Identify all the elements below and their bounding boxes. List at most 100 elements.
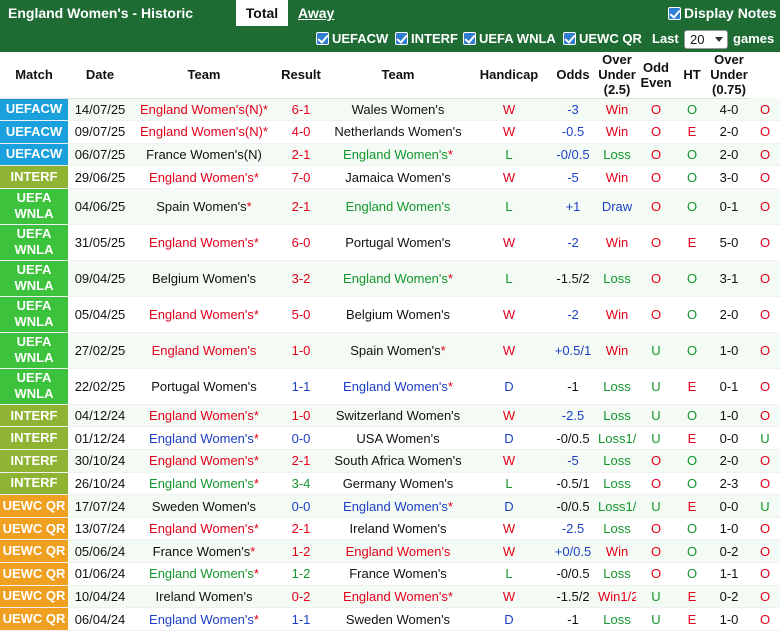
match-score[interactable]: 6-1	[276, 98, 326, 122]
match-competition[interactable]: UEWC QR	[0, 607, 68, 631]
match-score[interactable]: 7-0	[276, 165, 326, 189]
match-score[interactable]: 5-0	[276, 296, 326, 333]
match-competition[interactable]: UEFA WNLA	[0, 188, 68, 225]
home-team[interactable]: England Women's*	[132, 562, 276, 586]
home-team[interactable]: Ireland Women's	[132, 585, 276, 609]
away-team[interactable]: Sweden Women's	[326, 607, 470, 631]
match-score[interactable]: 2-1	[276, 449, 326, 473]
away-team[interactable]: Belgium Women's	[326, 296, 470, 333]
tab-total[interactable]: Total	[236, 0, 288, 26]
tab-away[interactable]: Away	[298, 0, 334, 26]
home-team[interactable]: England Women's*	[132, 224, 276, 261]
away-team[interactable]: England Women's*	[326, 260, 470, 297]
home-team[interactable]: England Women's*	[132, 517, 276, 541]
home-team[interactable]: France Women's*	[132, 539, 276, 564]
away-team[interactable]: South Africa Women's	[326, 449, 470, 473]
match-score[interactable]: 0-2	[276, 585, 326, 609]
away-team[interactable]: England Women's*	[326, 368, 470, 405]
match-score[interactable]: 1-1	[276, 368, 326, 405]
home-team[interactable]: England Women's(N)*	[132, 98, 276, 122]
filter-interf[interactable]: INTERF	[395, 30, 458, 48]
match-competition[interactable]: UEFA WNLA	[0, 368, 68, 405]
table-row[interactable]: UEWC QR 10/04/24 Ireland Women's 0-2 England…	[0, 585, 780, 609]
match-competition[interactable]: UEWC QR	[0, 562, 68, 586]
home-team[interactable]: England Women's*	[132, 472, 276, 496]
table-row[interactable]: INTERF 26/10/24 England Women's* 3-4 Germany…	[0, 472, 780, 496]
table-row[interactable]: UEWC QR 01/06/24 England Women's* 1-2 France…	[0, 562, 780, 586]
match-score[interactable]: 1-1	[276, 607, 326, 631]
match-score[interactable]: 2-1	[276, 188, 326, 225]
table-row[interactable]: UEWC QR 13/07/24 England Women's* 2-1 Irelan…	[0, 517, 780, 541]
match-score[interactable]: 1-0	[276, 404, 326, 428]
checkbox-icon[interactable]	[395, 32, 408, 45]
table-row[interactable]: UEWC QR 05/06/24 France Women's* 1-2 England…	[0, 539, 780, 564]
match-competition[interactable]: UEFA WNLA	[0, 296, 68, 333]
away-team[interactable]: England Women's	[326, 539, 470, 564]
home-team[interactable]: England Women's*	[132, 426, 276, 451]
home-team[interactable]: France Women's(N)	[132, 143, 276, 167]
match-competition[interactable]: UEWC QR	[0, 539, 68, 564]
away-team[interactable]: Ireland Women's	[326, 517, 470, 541]
home-team[interactable]: England Women's*	[132, 607, 276, 631]
away-team[interactable]: Wales Women's	[326, 98, 470, 122]
display-notes-toggle[interactable]: Display Notes	[668, 4, 777, 22]
match-score[interactable]: 3-2	[276, 260, 326, 297]
away-team[interactable]: France Women's	[326, 562, 470, 586]
table-row[interactable]: UEFA WNLA 04/06/25 Spain Women's* 2-1 Englan…	[0, 188, 780, 225]
match-competition[interactable]: UEWC QR	[0, 585, 68, 609]
home-team[interactable]: Spain Women's*	[132, 188, 276, 225]
table-row[interactable]: INTERF 04/12/24 England Women's* 1-0 Switzer…	[0, 404, 780, 428]
match-competition[interactable]: UEFA WNLA	[0, 332, 68, 369]
match-score[interactable]: 0-0	[276, 494, 326, 518]
match-score[interactable]: 0-0	[276, 426, 326, 451]
match-competition[interactable]: UEFA WNLA	[0, 260, 68, 297]
filter-uefa-wnla[interactable]: UEFA WNLA	[463, 30, 556, 48]
table-row[interactable]: UEFA WNLA 27/02/25 England Women's 1-0 Spain…	[0, 332, 780, 369]
match-competition[interactable]: UEWC QR	[0, 494, 68, 518]
match-competition[interactable]: UEWC QR	[0, 517, 68, 541]
home-team[interactable]: England Women's*	[132, 296, 276, 333]
table-row[interactable]: UEFACW 09/07/25 England Women's(N)* 4-0 Neth…	[0, 120, 780, 144]
away-team[interactable]: England Women's*	[326, 585, 470, 609]
match-score[interactable]: 6-0	[276, 224, 326, 261]
away-team[interactable]: Spain Women's*	[326, 332, 470, 369]
table-row[interactable]: UEFA WNLA 09/04/25 Belgium Women's 3-2 Engla…	[0, 260, 780, 297]
table-row[interactable]: UEFA WNLA 05/04/25 England Women's* 5-0 Belg…	[0, 296, 780, 333]
table-row[interactable]: UEFA WNLA 22/02/25 Portugal Women's 1-1 Engl…	[0, 368, 780, 405]
match-score[interactable]: 4-0	[276, 120, 326, 144]
home-team[interactable]: Sweden Women's	[132, 494, 276, 518]
match-score[interactable]: 3-4	[276, 472, 326, 496]
match-competition[interactable]: INTERF	[0, 165, 68, 189]
away-team[interactable]: Germany Women's	[326, 472, 470, 496]
match-score[interactable]: 2-1	[276, 143, 326, 167]
table-row[interactable]: UEFACW 06/07/25 France Women's(N) 2-1 Englan…	[0, 143, 780, 167]
away-team[interactable]: England Women's*	[326, 143, 470, 167]
away-team[interactable]: Switzerland Women's	[326, 404, 470, 428]
table-row[interactable]: UEWC QR 17/07/24 Sweden Women's 0-0 England …	[0, 494, 780, 518]
away-team[interactable]: England Women's	[326, 188, 470, 225]
match-score[interactable]: 1-2	[276, 562, 326, 586]
home-team[interactable]: Belgium Women's	[132, 260, 276, 297]
checkbox-icon[interactable]	[316, 32, 329, 45]
table-row[interactable]: UEFA WNLA 31/05/25 England Women's* 6-0 Port…	[0, 224, 780, 261]
away-team[interactable]: Portugal Women's	[326, 224, 470, 261]
home-team[interactable]: England Women's(N)*	[132, 120, 276, 144]
match-score[interactable]: 1-2	[276, 539, 326, 564]
away-team[interactable]: Netherlands Women's	[326, 120, 470, 144]
match-competition[interactable]: INTERF	[0, 472, 68, 496]
match-competition[interactable]: UEFACW	[0, 143, 68, 167]
away-team[interactable]: England Women's*	[326, 494, 470, 518]
home-team[interactable]: Portugal Women's	[132, 368, 276, 405]
table-row[interactable]: UEWC QR 06/04/24 England Women's* 1-1 Sweden…	[0, 607, 780, 631]
checkbox-icon[interactable]	[668, 7, 681, 20]
home-team[interactable]: England Women's*	[132, 449, 276, 473]
home-team[interactable]: England Women's	[132, 332, 276, 369]
match-competition[interactable]: UEFACW	[0, 120, 68, 144]
match-competition[interactable]: INTERF	[0, 404, 68, 428]
match-competition[interactable]: INTERF	[0, 449, 68, 473]
filter-uefacw[interactable]: UEFACW	[316, 30, 388, 48]
away-team[interactable]: USA Women's	[326, 426, 470, 451]
away-team[interactable]: Jamaica Women's	[326, 165, 470, 189]
last-games-select[interactable]: 20	[684, 30, 728, 49]
match-score[interactable]: 2-1	[276, 517, 326, 541]
